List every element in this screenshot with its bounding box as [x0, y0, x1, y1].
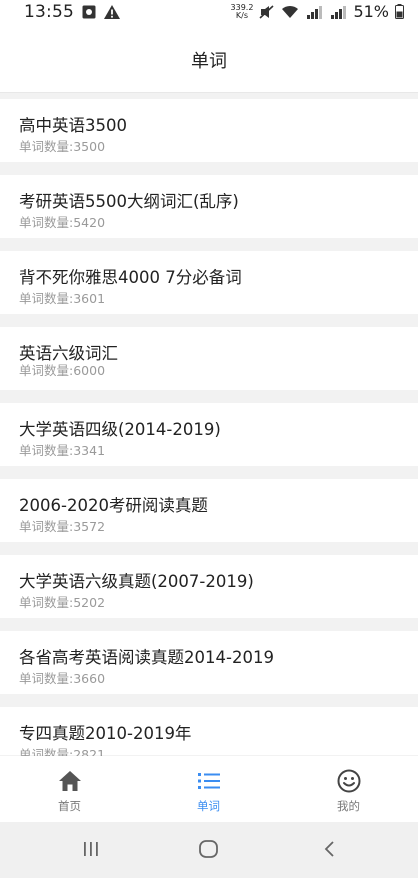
tab-home-label: 首页: [58, 799, 81, 813]
list-item[interactable]: 大学英语四级(2014-2019) 单词数量:3341: [0, 403, 418, 466]
app-bar: 单词: [0, 26, 418, 92]
list-item-title: 专四真题2010-2019年: [19, 724, 192, 743]
mute-icon: [259, 4, 274, 19]
tab-home[interactable]: 首页: [0, 756, 139, 822]
tab-words-label: 单词: [197, 799, 220, 813]
signal-3g-2-icon: [331, 5, 347, 19]
home-button-icon[interactable]: [198, 838, 220, 860]
word-list: 高中英语3500 单词数量:3500 考研英语5500大纲词汇(乱序) 单词数量…: [0, 99, 418, 783]
list-item-title: 高中英语3500: [19, 116, 127, 135]
list-item[interactable]: 英语六级词汇 单词数量:6000: [0, 327, 418, 390]
list-item-count: 单词数量:3341: [19, 443, 106, 458]
list-item-count: 单词数量:3572: [19, 519, 106, 534]
tab-profile-label: 我的: [337, 799, 360, 813]
list-item[interactable]: 背不死你雅思4000 7分必备词 单词数量:3601: [0, 251, 418, 314]
network-speed: 339.2 K/s: [230, 2, 254, 20]
list-item-title: 背不死你雅思4000 7分必备词: [19, 268, 242, 287]
system-status: 339.2 K/s 51%: [231, 2, 404, 21]
page-title: 单词: [191, 51, 227, 72]
list-item-count: 单词数量:3500: [19, 139, 106, 154]
recent-apps-icon[interactable]: [82, 838, 100, 860]
notification-icons: [82, 5, 120, 19]
smiley-icon: [337, 769, 360, 793]
home-icon: [58, 771, 81, 791]
status-bar: 13:55 339.2 K/s 51%: [0, 0, 418, 26]
back-icon[interactable]: [322, 838, 338, 860]
signal-3g-icon: [307, 5, 323, 19]
tab-profile[interactable]: 我的: [279, 756, 418, 822]
battery-percent: 51%: [353, 2, 389, 21]
bottom-tab-bar: 首页 单词 我的: [0, 756, 418, 822]
tab-words[interactable]: 单词: [139, 756, 278, 822]
list-item-count: 单词数量:3660: [19, 671, 106, 686]
list-item-title: 2006-2020考研阅读真题: [19, 496, 208, 515]
wifi-icon: [282, 5, 299, 18]
list-item-count: 单词数量:5202: [19, 595, 106, 610]
battery-icon: [395, 4, 404, 19]
list-item[interactable]: 各省高考英语阅读真题2014-2019 单词数量:3660: [0, 631, 418, 694]
list-item-title: 大学英语六级真题(2007-2019): [19, 572, 254, 591]
list-item-title: 考研英语5500大纲词汇(乱序): [19, 192, 239, 211]
list-item[interactable]: 大学英语六级真题(2007-2019) 单词数量:5202: [0, 555, 418, 618]
list-item[interactable]: 高中英语3500 单词数量:3500: [0, 99, 418, 162]
system-nav-bar: [0, 822, 418, 878]
status-time: 13:55: [24, 2, 74, 22]
warning-icon: [104, 5, 120, 19]
list-icon: [197, 773, 220, 789]
list-item[interactable]: 考研英语5500大纲词汇(乱序) 单词数量:5420: [0, 175, 418, 238]
list-item-title: 大学英语四级(2014-2019): [19, 420, 221, 439]
list-item-count: 单词数量:3601: [19, 291, 106, 306]
list-item[interactable]: 2006-2020考研阅读真题 单词数量:3572: [0, 479, 418, 542]
list-item-title: 各省高考英语阅读真题2014-2019: [19, 648, 274, 667]
image-notification-icon: [82, 5, 96, 19]
list-item-count: 单词数量:6000: [19, 363, 106, 378]
list-item-count: 单词数量:5420: [19, 215, 106, 230]
